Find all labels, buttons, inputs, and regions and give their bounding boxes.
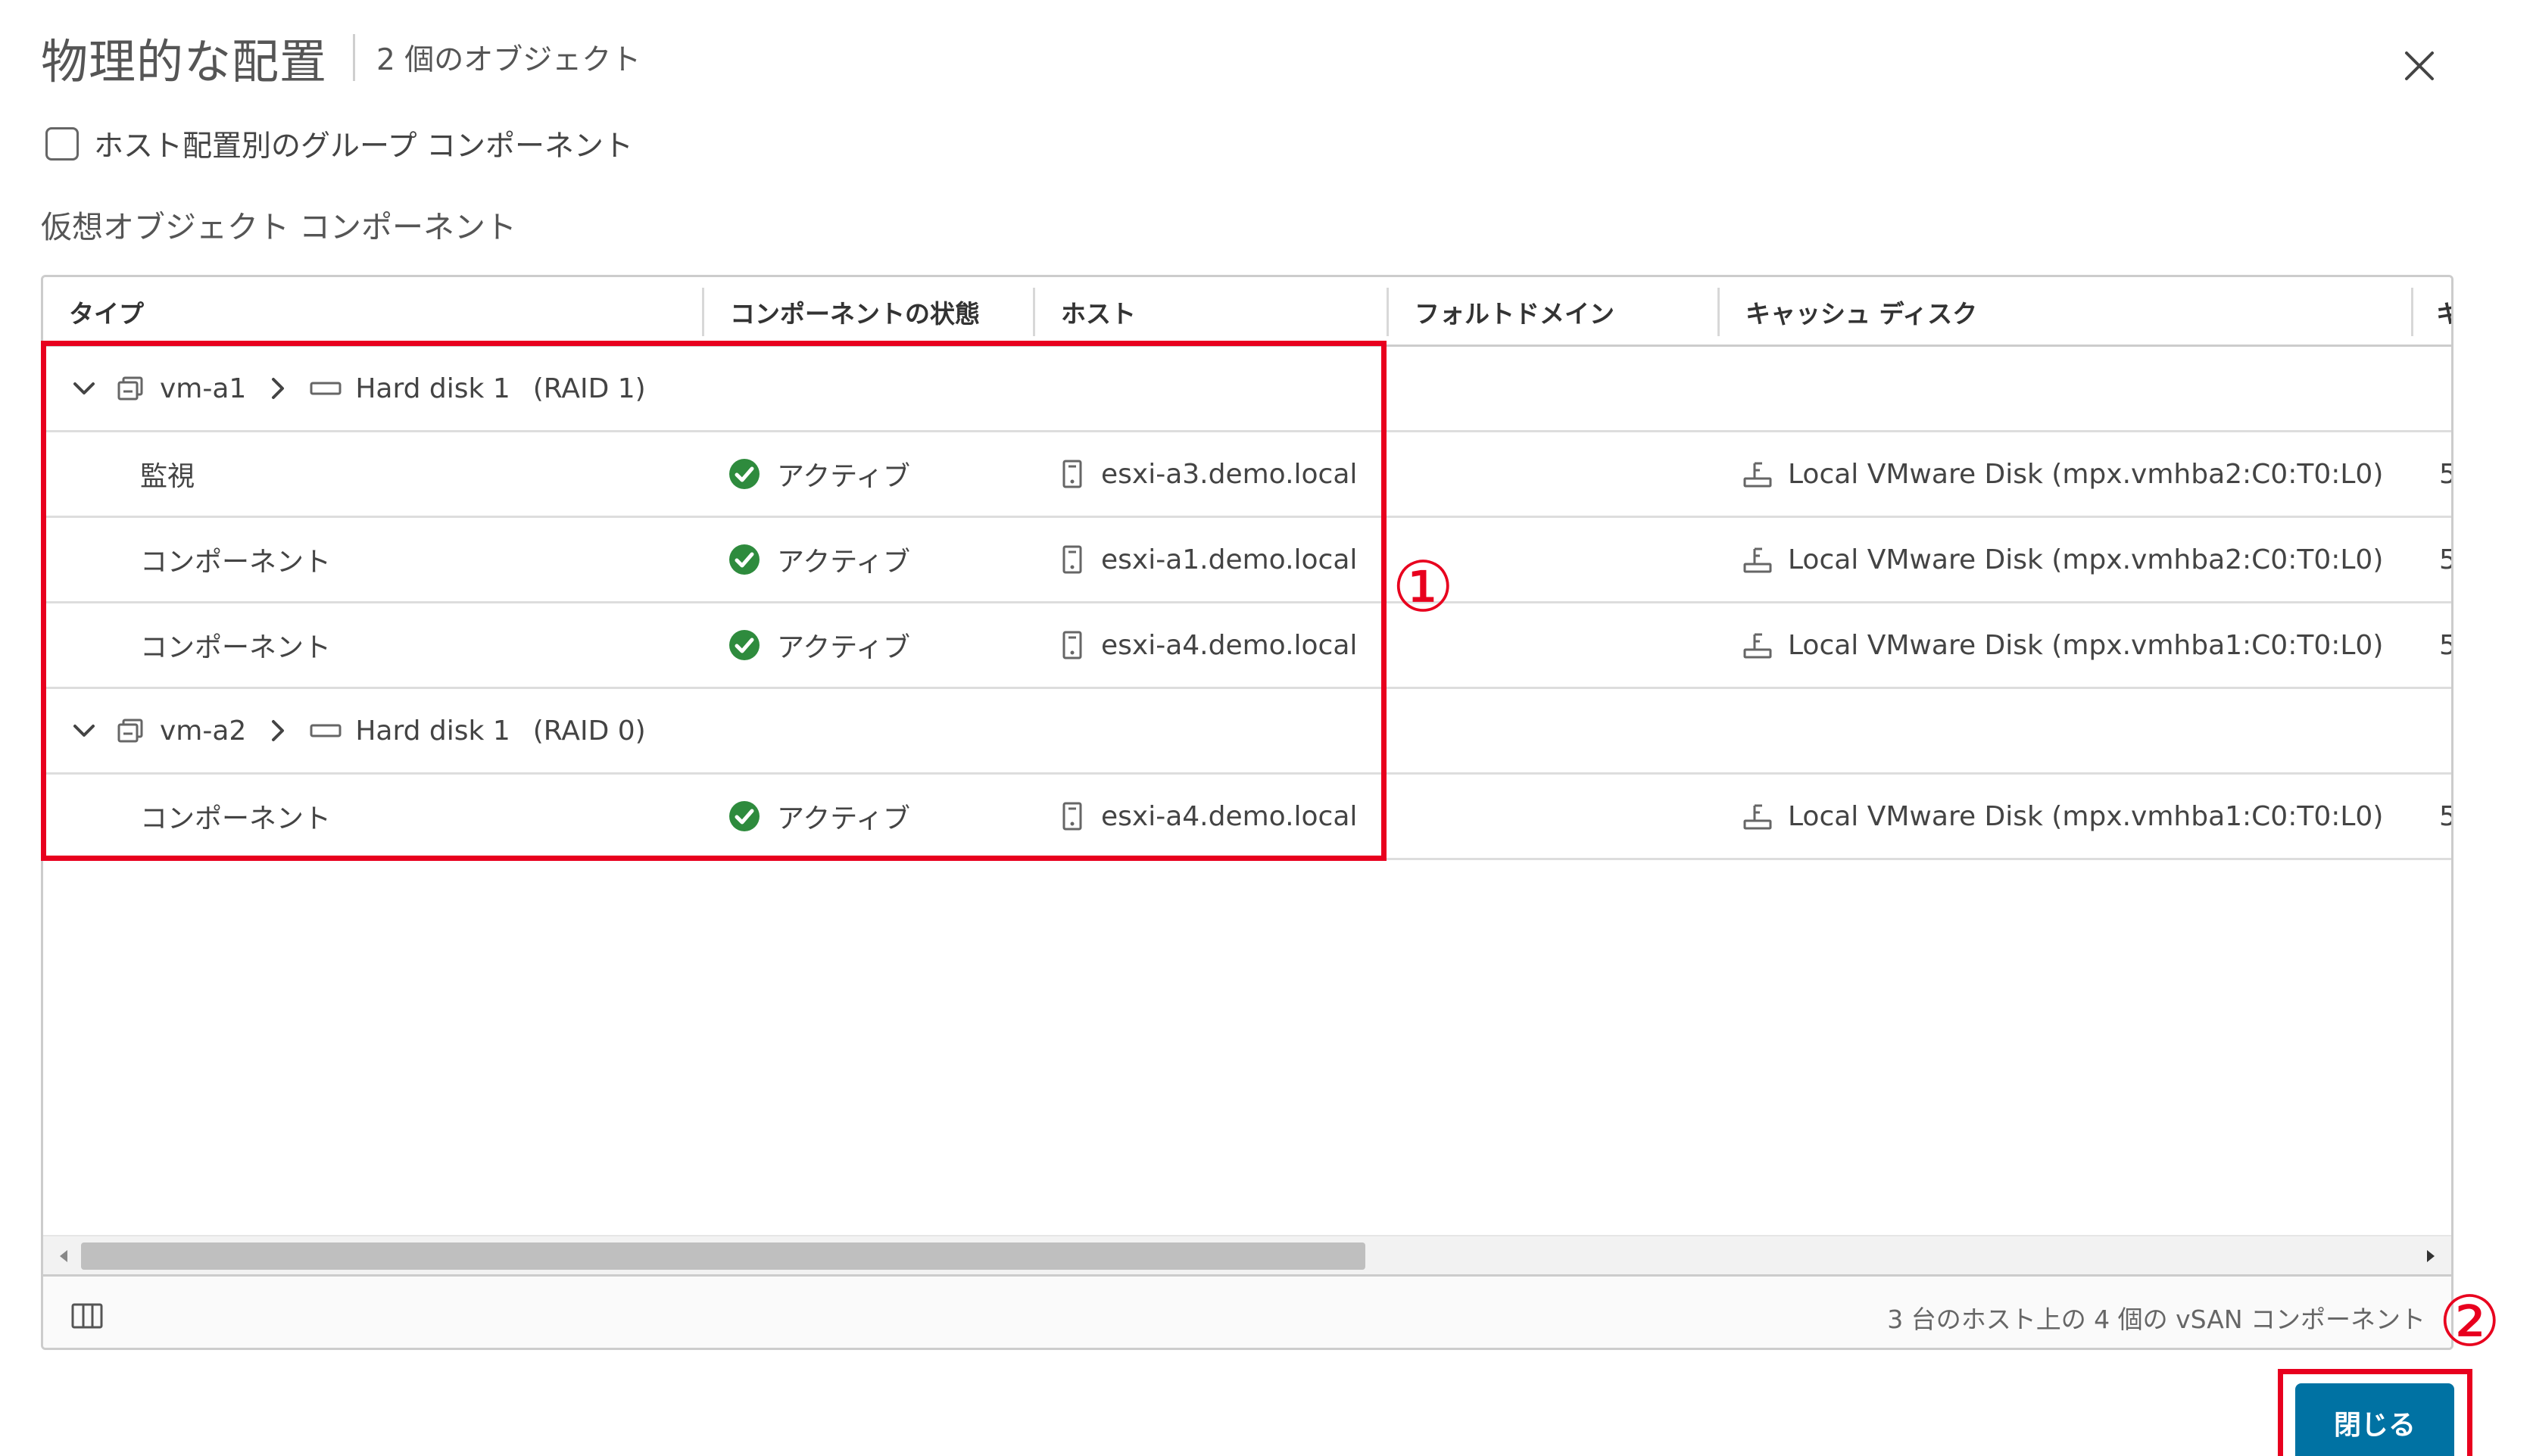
close-button[interactable]: 閉じる	[2295, 1383, 2454, 1456]
scrollbar-thumb[interactable]	[81, 1242, 1365, 1270]
cache-disk-cell: Local VMware Disk (mpx.vmhba1:C0:T0:L0)	[1742, 775, 2383, 858]
chevron-down-icon[interactable]	[70, 717, 98, 744]
annotation-marker-1: ①	[1392, 547, 1455, 628]
scroll-right-arrow-icon[interactable]	[2419, 1244, 2442, 1268]
chevron-right-icon	[272, 378, 285, 399]
host-cell: esxi-a1.demo.local	[1062, 518, 1357, 601]
cache-disk-name: Local VMware Disk (mpx.vmhba1:C0:T0:L0)	[1788, 800, 2384, 832]
cache-disk-cell: Local VMware Disk (mpx.vmhba1:C0:T0:L0)	[1742, 603, 2383, 687]
host-icon	[1062, 460, 1082, 488]
column-header-cache-disk[interactable]: キャッシュ ディスク	[1720, 277, 2411, 347]
cache-disk-cell: Local VMware Disk (mpx.vmhba2:C0:T0:L0)	[1742, 518, 2383, 601]
cache-disk-name: Local VMware Disk (mpx.vmhba1:C0:T0:L0)	[1788, 629, 2384, 661]
grid-header: タイプ コンポーネントの状態 ホスト フォルトドメイン キャッシュ ディスク キ	[43, 277, 2451, 347]
dialog-title: 物理的な配置	[41, 34, 328, 89]
title-separator	[353, 34, 356, 81]
annotation-marker-2: ②	[2438, 1281, 2501, 1362]
disk-icon	[310, 724, 342, 737]
chevron-down-icon[interactable]	[70, 375, 98, 402]
component-type: コンポーネント	[140, 803, 332, 834]
check-circle-icon	[729, 459, 760, 489]
component-type: コンポーネント	[140, 547, 332, 578]
cache-disk-name: Local VMware Disk (mpx.vmhba2:C0:T0:L0)	[1788, 458, 2384, 490]
column-toggle-icon[interactable]	[70, 1302, 104, 1330]
vm-icon	[117, 376, 143, 401]
disk-name: Hard disk 1	[355, 373, 510, 404]
host-icon	[1062, 802, 1082, 831]
dialog-subtitle: 2 個のオブジェクト	[376, 43, 641, 77]
host-icon	[1062, 545, 1082, 574]
check-circle-icon	[729, 544, 760, 575]
component-type: コンポーネント	[140, 632, 332, 663]
grid-footer: 3 台のホスト上の 4 個の vSAN コンポーネント	[43, 1274, 2451, 1348]
host-name[interactable]: esxi-a4.demo.local	[1101, 801, 1357, 832]
footer-summary: 3 台のホスト上の 4 個の vSAN コンポーネント	[1887, 1305, 2425, 1334]
table-row[interactable]: コンポーネント アクティブ esxi-a1.demo.local Local V…	[43, 518, 2451, 603]
cache-disk-icon	[1743, 804, 1772, 830]
truncated-cell: 5	[2439, 603, 2451, 687]
disk-name: Hard disk 1	[355, 715, 510, 747]
truncated-cell: 5	[2439, 432, 2451, 516]
group-by-host-label: ホスト配置別のグループ コンポーネント	[94, 129, 634, 164]
host-name[interactable]: esxi-a1.demo.local	[1101, 544, 1357, 575]
group-by-host-checkbox[interactable]	[45, 127, 79, 161]
check-circle-icon	[729, 630, 760, 660]
section-label: 仮想オブジェクト コンポーネント	[41, 209, 517, 245]
truncated-cell: 5	[2439, 775, 2451, 858]
state-label: アクティブ	[777, 461, 911, 492]
column-header-type[interactable]: タイプ	[43, 277, 702, 347]
cache-disk-name: Local VMware Disk (mpx.vmhba2:C0:T0:L0)	[1788, 544, 2384, 575]
component-state: アクティブ	[728, 775, 910, 858]
cache-disk-icon	[1743, 547, 1772, 573]
group-by-host-option[interactable]: ホスト配置別のグループ コンポーネント	[45, 123, 633, 165]
truncated-cell: 5	[2439, 518, 2451, 601]
group-row-content: vm-a1 Hard disk 1 (RAID 1)	[70, 347, 646, 430]
column-header-truncated[interactable]: キ	[2413, 277, 2451, 347]
vm-name[interactable]: vm-a1	[160, 373, 246, 404]
state-label: アクティブ	[777, 632, 911, 663]
table-row[interactable]: 監視 アクティブ esxi-a3.demo.local Local VMware…	[43, 432, 2451, 518]
raid-level: (RAID 0)	[532, 715, 646, 747]
close-icon	[2405, 51, 2434, 80]
vm-icon	[117, 719, 143, 743]
vm-name[interactable]: vm-a2	[160, 716, 246, 747]
cache-disk-icon	[1743, 633, 1772, 659]
column-header-state[interactable]: コンポーネントの状態	[704, 277, 1033, 347]
physical-placement-dialog: 物理的な配置 2 個のオブジェクト ホスト配置別のグループ コンポーネント 仮想…	[0, 0, 2533, 1456]
host-name[interactable]: esxi-a3.demo.local	[1101, 459, 1357, 490]
component-state: アクティブ	[728, 603, 910, 687]
cache-disk-cell: Local VMware Disk (mpx.vmhba2:C0:T0:L0)	[1742, 432, 2383, 516]
group-row-vm-a1[interactable]: vm-a1 Hard disk 1 (RAID 1)	[43, 347, 2451, 432]
chevron-right-icon	[272, 720, 285, 741]
cache-disk-icon	[1743, 462, 1772, 488]
horizontal-scrollbar[interactable]	[43, 1235, 2451, 1274]
host-name[interactable]: esxi-a4.demo.local	[1101, 630, 1357, 661]
column-header-fault-domain[interactable]: フォルトドメイン	[1389, 277, 1717, 347]
group-row-content: vm-a2 Hard disk 1 (RAID 0)	[70, 689, 646, 772]
disk-icon	[310, 382, 342, 395]
column-header-host[interactable]: ホスト	[1035, 277, 1387, 347]
group-row-vm-a2[interactable]: vm-a2 Hard disk 1 (RAID 0)	[43, 689, 2451, 775]
state-label: アクティブ	[777, 803, 911, 834]
components-grid: タイプ コンポーネントの状態 ホスト フォルトドメイン キャッシュ ディスク キ	[41, 275, 2453, 1350]
scroll-left-arrow-icon[interactable]	[52, 1244, 75, 1268]
host-cell: esxi-a4.demo.local	[1062, 775, 1357, 858]
component-state: アクティブ	[728, 432, 910, 516]
component-state: アクティブ	[728, 518, 910, 601]
component-type: 監視	[140, 461, 195, 492]
check-circle-icon	[729, 801, 760, 831]
host-icon	[1062, 631, 1082, 659]
dialog-header: 物理的な配置 2 個のオブジェクト	[41, 27, 641, 89]
state-label: アクティブ	[777, 547, 911, 578]
host-cell: esxi-a4.demo.local	[1062, 603, 1357, 687]
table-row[interactable]: コンポーネント アクティブ esxi-a4.demo.local Local V…	[43, 603, 2451, 689]
close-dialog-button[interactable]	[2399, 45, 2440, 86]
host-cell: esxi-a3.demo.local	[1062, 432, 1357, 516]
raid-level: (RAID 1)	[532, 373, 646, 404]
table-row[interactable]: コンポーネント アクティブ esxi-a4.demo.local Local V…	[43, 775, 2451, 860]
